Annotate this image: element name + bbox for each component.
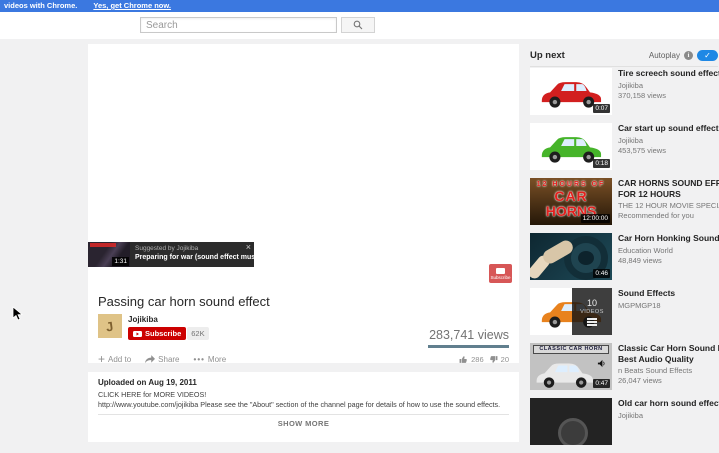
related-video-views: 453,575 views [618,146,719,155]
sentiment-bar [428,345,509,348]
related-video[interactable]: 0:07 Tire screech sound effect (1) Jojik… [530,68,719,115]
related-video-title: Car start up sound effect (1) [618,123,719,134]
related-video-title: Car Horn Honking Sound Effect [618,233,719,244]
suggested-video-title: Preparing for war (sound effect music) [135,254,250,261]
page-header [0,12,719,39]
subscribe-watermark[interactable]: Subscribe [489,264,512,283]
chrome-promo-banner: videos with Chrome. Yes, get Chrome now. [0,0,719,12]
subscriber-count: 62K [187,327,208,340]
related-video-title: Tire screech sound effect (1) [618,68,719,79]
video-player[interactable]: 1:31 Suggested by Jojikiba Preparing for… [88,44,519,290]
related-video-views: Recommended for you [618,211,719,220]
like-count: 286 [471,355,484,364]
channel-logo-icon [496,268,505,274]
search-icon [353,20,363,30]
suggested-thumb-art [90,243,116,247]
related-video-title: Classic Car Horn Sound Effect Best Audio… [618,343,719,364]
autoplay-label: Autoplay [649,51,680,60]
channel-avatar[interactable]: J [98,314,122,338]
related-video-views: 48,849 views [618,256,719,265]
related-video-channel: n Beats Sound Effects [618,366,719,375]
video-thumbnail: 10VIDEOS [530,288,612,335]
suggested-video-overlay[interactable]: 1:31 Suggested by Jojikiba Preparing for… [88,242,254,267]
video-main-card: 1:31 Suggested by Jojikiba Preparing for… [88,44,519,363]
banner-text: videos with Chrome. [4,1,77,10]
related-video[interactable]: 0:46 Car Horn Honking Sound Effect Educa… [530,233,719,280]
related-video-channel: Jojikiba [618,136,719,145]
suggested-by-label: Suggested by Jojikiba [135,245,250,252]
more-dots-icon: ••• [194,355,205,364]
description-line: CLICK HERE for MORE VIDEOS! [98,390,509,400]
share-icon [145,355,155,364]
related-video-views: 370,158 views [618,91,719,100]
playlist-icon [587,317,597,326]
duration-badge: 0:46 [593,269,610,278]
sidebar-divider [530,66,718,67]
add-to-button[interactable]: +Add to [98,354,131,364]
car-illustration [532,353,598,390]
video-thumbnail: 0:46 [530,233,612,280]
plus-icon: + [98,354,105,364]
more-button[interactable]: •••More [194,355,227,364]
related-video[interactable]: 10VIDEOS Sound Effects MGPMGP18 [530,288,719,335]
video-thumbnail: 0:18 [530,123,612,170]
action-bar: +Add to Share •••More 286 20 [98,352,509,366]
thumb-up-icon [459,355,468,364]
suggested-duration-badge: 1:31 [112,257,129,266]
view-count: 283,741 views [429,328,509,342]
duration-badge: 0:18 [593,159,610,168]
video-thumbnail [530,398,612,445]
channel-name[interactable]: Jojikiba [128,315,158,324]
related-video-views: 26,047 views [618,376,719,385]
subscribe-button[interactable]: Subscribe [128,327,186,340]
duration-badge: 0:07 [593,104,610,113]
up-next-label: Up next [530,50,565,61]
autoplay-toggle[interactable]: ✓ [697,50,718,61]
related-videos-list: 0:07 Tire screech sound effect (1) Jojik… [530,68,719,453]
suggested-video-thumbnail: 1:31 [88,242,130,267]
share-button[interactable]: Share [145,355,179,364]
info-icon[interactable]: i [684,51,693,60]
related-video[interactable]: 12 HOURS OFCARHORNS 12:00:00 CAR HORNS S… [530,178,719,225]
video-thumbnail: CLASSIC CAR HORN 0:47 [530,343,612,390]
dislike-count: 20 [501,355,509,364]
description-link-line[interactable]: http://www.youtube.com/jojikiba Please s… [98,400,509,410]
related-video-title: Sound Effects [618,288,719,299]
like-button[interactable]: 286 [459,355,484,364]
upload-date: Uploaded on Aug 19, 2011 [98,378,509,387]
mouse-cursor [12,306,23,327]
show-more-button[interactable]: SHOW MORE [98,414,509,428]
related-video-title: CAR HORNS SOUND EFFECTS FOR 12 HOURS [618,178,719,199]
horn-art [558,418,588,445]
dislike-button[interactable]: 20 [489,355,509,364]
playlist-overlay: 10VIDEOS [572,288,612,335]
sidebar-header: Up next Autoplay i ✓ [530,48,718,62]
related-video-channel: THE 12 HOUR MOVIE SPECIALIST [618,201,719,210]
speaker-icon [597,359,606,368]
related-video-channel: Education World [618,246,719,255]
get-chrome-link[interactable]: Yes, get Chrome now. [93,1,171,10]
related-video[interactable]: Old car horn sound effect Jojikiba [530,398,719,445]
youtube-play-icon [133,331,142,337]
duration-badge: 12:00:00 [581,214,610,223]
search-button[interactable] [341,17,375,33]
related-video-channel: Jojikiba [618,81,719,90]
related-video-channel: Jojikiba [618,411,719,420]
video-thumbnail: 12 HOURS OFCARHORNS 12:00:00 [530,178,612,225]
description-card: Uploaded on Aug 19, 2011 CLICK HERE for … [88,372,519,442]
video-title: Passing car horn sound effect [98,294,270,309]
related-video[interactable]: 0:18 Car start up sound effect (1) Jojik… [530,123,719,170]
related-video-channel: MGPMGP18 [618,301,719,310]
related-video[interactable]: CLASSIC CAR HORN 0:47 Classic Car Horn S… [530,343,719,390]
thumb-down-icon [489,355,498,364]
duration-badge: 0:47 [593,379,610,388]
close-icon[interactable]: × [246,242,251,252]
video-thumbnail: 0:07 [530,68,612,115]
search-input[interactable] [140,17,337,33]
related-video-title: Old car horn sound effect [618,398,719,409]
